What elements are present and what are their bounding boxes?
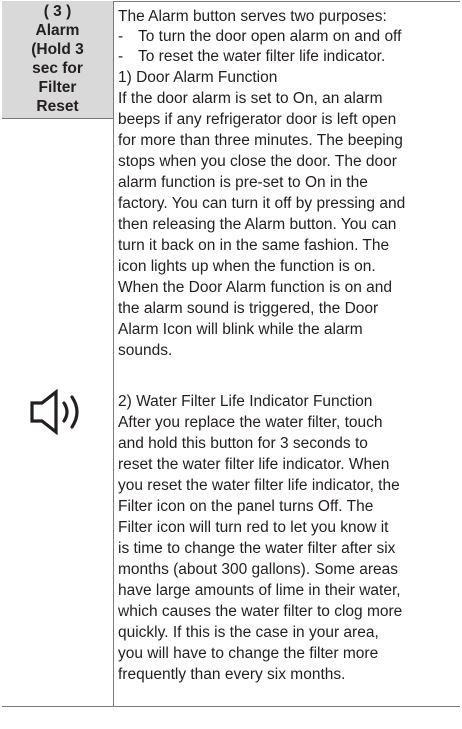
section2-line: you will have to change the filter more <box>118 645 379 662</box>
section1-line: turn it back on in the same fashion. The <box>118 237 390 254</box>
header-line: Reset <box>36 98 79 115</box>
header-line: Filter <box>38 79 77 96</box>
section2-line: have large amounts of lime in their wate… <box>118 582 401 599</box>
section2-line: quickly. If this is the case in your are… <box>118 624 379 641</box>
header-line: Alarm <box>35 22 80 39</box>
table-bottom-border <box>2 706 460 707</box>
section1-line: the alarm sound is triggered, the Door <box>118 300 379 317</box>
section1-line: factory. You can turn it off by pressing… <box>118 195 406 212</box>
dash-bullet: - <box>118 48 124 65</box>
section2-line: months (about 300 gallons). Some areas <box>118 561 399 578</box>
section2-title: 2) Water Filter Life Indicator Function <box>118 393 373 410</box>
section1-line: beeps if any refrigerator door is left o… <box>118 111 397 128</box>
section2-line: After you replace the water filter, touc… <box>118 414 383 431</box>
section1-line: icon lights up when the function is on. <box>118 258 376 275</box>
section2-line: reset the water filter life indicator. W… <box>118 456 390 473</box>
section2-line: is time to change the water filter after… <box>118 540 396 557</box>
speaker-alarm-icon <box>30 389 79 435</box>
section1-title: 1) Door Alarm Function <box>118 69 278 86</box>
section1-line: sounds. <box>118 342 173 359</box>
section1-line: then releasing the Alarm button. You can <box>118 216 397 233</box>
section1-line: stops when you close the door. The door <box>118 153 397 170</box>
header-line: sec for <box>32 60 83 77</box>
purpose-text: To turn the door open alarm on and off <box>138 28 402 45</box>
section1-line: alarm function is pre-set to On in the <box>118 174 368 191</box>
section2-line: you reset the water filter life indicato… <box>118 477 400 494</box>
section1-line: If the door alarm is set to On, an alarm <box>118 90 383 107</box>
section2-line: Filter icon will turn red to let you kno… <box>118 519 389 536</box>
section1-line: When the Door Alarm function is on and <box>118 279 392 296</box>
section2-line: frequently than every six months. <box>118 666 346 683</box>
header-line: (Hold 3 <box>31 41 84 58</box>
button-column: ( 3 ) Alarm (Hold 3 sec for Filter Reset <box>2 1 114 706</box>
manual-page: ( 3 ) Alarm (Hold 3 sec for Filter Reset… <box>0 0 462 729</box>
section2-line: Filter icon on the panel turns Off. The <box>118 498 374 515</box>
header-line: ( 3 ) <box>43 3 72 20</box>
section1-line: for more than three minutes. The beeping <box>118 132 403 149</box>
dash-bullet: - <box>118 28 124 45</box>
section2-line: which causes the water filter to clog mo… <box>118 603 403 620</box>
button-header-cell: ( 3 ) Alarm (Hold 3 sec for Filter Reset <box>2 1 113 119</box>
intro-text: The Alarm button serves two purposes: <box>118 8 387 25</box>
purpose-text: To reset the water filter life indicator… <box>138 48 386 65</box>
section1-line: Alarm Icon will blink while the alarm <box>118 321 363 338</box>
section2-line: and hold this button for 3 seconds to <box>118 435 368 452</box>
